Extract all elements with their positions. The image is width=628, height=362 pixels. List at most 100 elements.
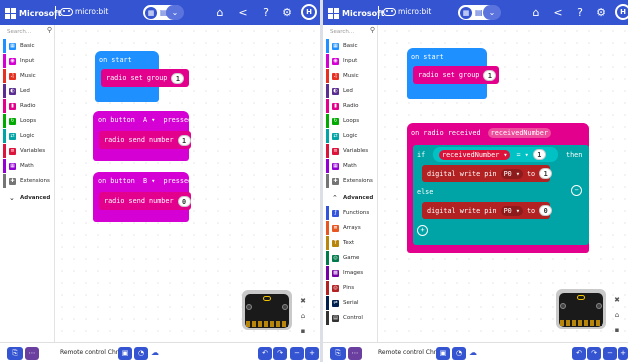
sim-stop-icon[interactable]: ✖: [610, 294, 624, 306]
sim-restart-icon[interactable]: ⌂: [610, 309, 624, 321]
user-avatar[interactable]: H: [301, 4, 317, 20]
radio-send-number-a-block[interactable]: radio send number 1: [99, 131, 191, 149]
block-workspace[interactable]: on start radio set group 1 on button A ▾…: [56, 25, 320, 342]
received-number-param[interactable]: receivedNumber: [487, 128, 551, 138]
microbit-logo-icon[interactable]: [263, 296, 271, 301]
toolbox-category-control[interactable]: ▤ Control: [326, 311, 377, 325]
home-icon[interactable]: ⌂: [213, 6, 227, 20]
radio-set-group-block[interactable]: radio set group 1: [413, 66, 499, 84]
toolbox-category-led[interactable]: ◐ Led: [326, 84, 377, 98]
search-icon[interactable]: ⚲: [370, 26, 375, 34]
sim-fullscreen-icon[interactable]: ▪: [296, 325, 310, 337]
toolbox-category-music[interactable]: ♫ Music: [3, 69, 54, 83]
text-code-icon[interactable]: ▤: [475, 7, 483, 18]
settings-icon[interactable]: ⚙: [594, 6, 608, 20]
dropdown-arrow-icon[interactable]: ▾: [147, 116, 159, 124]
toolbox-category-pins[interactable]: ◎ Pins: [326, 281, 377, 295]
help-icon[interactable]: ?: [573, 6, 587, 20]
on-start-block[interactable]: on start radio set group 1: [95, 51, 189, 102]
cond-value-input[interactable]: 1: [532, 149, 546, 160]
digital-write-pin-block-1[interactable]: digital write pin P0 ▾ to 1: [422, 165, 553, 182]
digital-write-pin-block-2[interactable]: digital write pin P0 ▾ to 0: [422, 202, 553, 219]
sim-edge-pins[interactable]: [246, 321, 288, 327]
github-icon[interactable]: ◔: [452, 347, 466, 360]
toolbox-category-loops[interactable]: ↻ Loops: [326, 114, 377, 128]
microsoft-logo[interactable]: Microsoft: [5, 7, 61, 19]
toolbox-category-input[interactable]: ◉ Input: [3, 54, 54, 68]
zoom-out-icon[interactable]: −: [290, 347, 304, 360]
microsoft-logo[interactable]: Microsoft: [328, 7, 384, 19]
toolbox-category-game[interactable]: ◎ Game: [326, 251, 377, 265]
redo-icon[interactable]: ↷: [273, 347, 287, 360]
sim-fullscreen-icon[interactable]: ▪: [610, 324, 624, 336]
group-value-input[interactable]: 1: [171, 72, 185, 84]
more-options-icon[interactable]: ⋯: [25, 347, 39, 360]
write1-value-input[interactable]: 1: [539, 168, 553, 179]
toolbox-category-basic[interactable]: ▦ Basic: [3, 39, 54, 53]
save-icon[interactable]: ▣: [118, 347, 132, 360]
toolbox-advanced-toggle[interactable]: ⌄ Advanced: [3, 191, 54, 205]
on-start-block[interactable]: on start radio set group 1: [407, 48, 499, 99]
toolbox-category-extensions[interactable]: ✚ Extensions: [326, 174, 377, 188]
settings-icon[interactable]: ⚙: [280, 6, 294, 20]
remove-else-icon[interactable]: −: [571, 185, 582, 196]
toolbox-category-functions[interactable]: ƒ Functions: [326, 206, 377, 220]
download-icon[interactable]: ⎘: [7, 347, 23, 360]
add-else-if-icon[interactable]: +: [417, 225, 428, 236]
pin-dropdown-2[interactable]: P0 ▾: [500, 205, 523, 216]
radio-send-number-b-block[interactable]: radio send number 0: [99, 192, 191, 210]
microbit-simulator[interactable]: [242, 290, 292, 330]
undo-icon[interactable]: ↶: [258, 347, 272, 360]
toolbox-category-radio[interactable]: ▮ Radio: [3, 99, 54, 113]
write2-value-input[interactable]: 0: [539, 205, 553, 216]
sim-button-a[interactable]: [560, 303, 566, 309]
microbit-logo[interactable]: micro:bit: [60, 7, 108, 16]
toolbox-search-input[interactable]: Search... ⚲: [3, 25, 54, 38]
radio-set-group-block[interactable]: radio set group 1: [101, 69, 189, 87]
toolbox-category-arrays[interactable]: ≣ Arrays: [326, 221, 377, 235]
save-icon[interactable]: ▣: [436, 347, 450, 360]
toolbox-category-radio[interactable]: ▮ Radio: [326, 99, 377, 113]
toolbox-advanced-toggle[interactable]: ⌃ Advanced: [326, 191, 377, 205]
sim-button-a[interactable]: [246, 304, 252, 310]
dropdown-arrow-icon[interactable]: ▾: [147, 177, 159, 185]
on-radio-received-block[interactable]: on radio received receivedNumber if rece…: [407, 123, 589, 253]
toolbox-category-logic[interactable]: ⇄ Logic: [3, 129, 54, 143]
home-icon[interactable]: ⌂: [529, 6, 543, 20]
toolbox-category-math[interactable]: ▦ Math: [3, 159, 54, 173]
toolbox-category-serial[interactable]: ⇌ Serial: [326, 296, 377, 310]
toolbox-category-music[interactable]: ♫ Music: [326, 69, 377, 83]
toolbox-category-logic[interactable]: ⇄ Logic: [326, 129, 377, 143]
search-icon[interactable]: ⚲: [47, 26, 52, 34]
sim-button-b[interactable]: [596, 303, 602, 309]
if-else-block[interactable]: if receivedNumber ▾ = ▾ 1 then digital w…: [413, 145, 589, 245]
github-icon[interactable]: ◔: [134, 347, 148, 360]
blocks-icon[interactable]: ▦: [145, 6, 157, 19]
toolbox-category-math[interactable]: ▦ Math: [326, 159, 377, 173]
toolbox-search-input[interactable]: Search... ⚲: [326, 25, 377, 38]
pin-dropdown-1[interactable]: P0 ▾: [500, 168, 523, 179]
sim-edge-pins[interactable]: [560, 320, 602, 326]
toolbox-category-basic[interactable]: ▦ Basic: [326, 39, 377, 53]
sim-stop-icon[interactable]: ✖: [296, 295, 310, 307]
help-icon[interactable]: ?: [259, 6, 273, 20]
undo-icon[interactable]: ↶: [572, 347, 586, 360]
operator-dropdown[interactable]: = ▾: [516, 151, 528, 159]
send-b-value-input[interactable]: 0: [177, 195, 191, 207]
sim-button-b[interactable]: [282, 304, 288, 310]
redo-icon[interactable]: ↷: [587, 347, 601, 360]
more-options-icon[interactable]: ⋯: [348, 347, 362, 360]
toolbox-category-variables[interactable]: ≡ Variables: [3, 144, 54, 158]
received-number-variable[interactable]: receivedNumber ▾: [439, 149, 511, 160]
language-dropdown-chevron-icon[interactable]: ⌄: [483, 5, 501, 20]
block-workspace[interactable]: on start radio set group 1 on radio rece…: [379, 25, 628, 342]
comparison-block[interactable]: receivedNumber ▾ = ▾ 1: [433, 147, 558, 162]
sim-restart-icon[interactable]: ⌂: [296, 310, 310, 322]
language-dropdown-chevron-icon[interactable]: ⌄: [166, 5, 184, 20]
user-avatar[interactable]: H: [615, 4, 628, 20]
toolbox-category-led[interactable]: ◐ Led: [3, 84, 54, 98]
share-icon[interactable]: <: [551, 6, 565, 20]
on-button-a-block[interactable]: on button A ▾ pressed radio send number …: [93, 111, 192, 161]
toolbox-category-images[interactable]: ▩ Images: [326, 266, 377, 280]
zoom-out-icon[interactable]: −: [603, 347, 617, 360]
